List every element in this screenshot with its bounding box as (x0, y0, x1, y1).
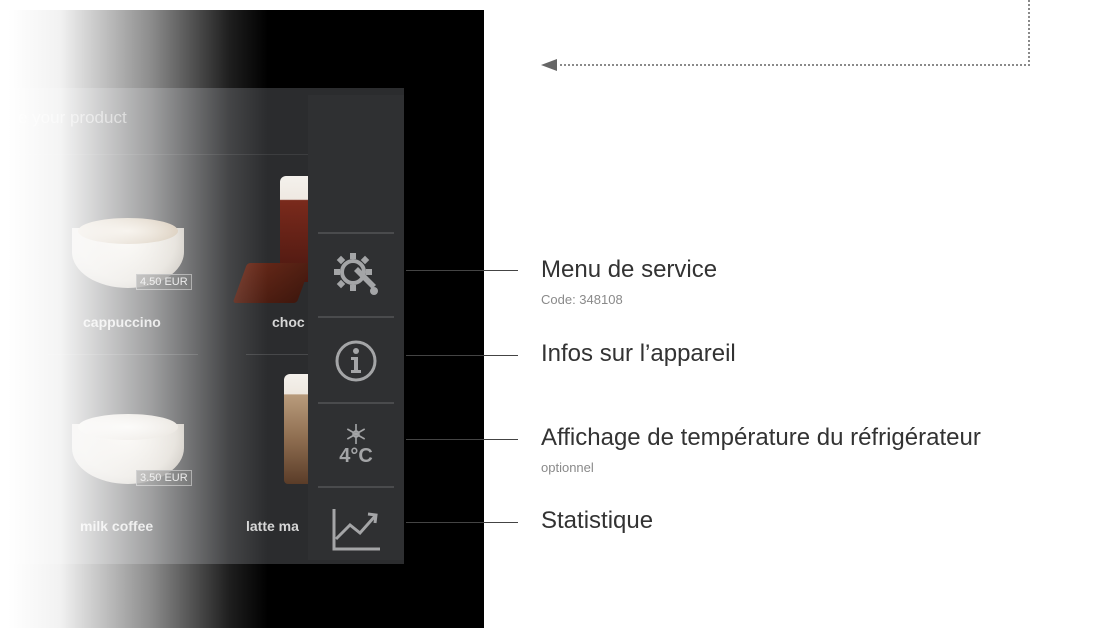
callout-line-info (406, 355, 518, 356)
gear-wrench-icon (334, 253, 378, 295)
product-label: milk coffee (80, 518, 154, 534)
dotted-connector-horizontal (560, 64, 1030, 66)
callout-temperature-optional: optionnel (541, 460, 594, 475)
temperature-value: 4°C (339, 444, 373, 467)
info-icon (335, 340, 377, 382)
fridge-temperature-display[interactable]: 4°C (316, 407, 396, 483)
price-badge: 3.50 EUR (136, 470, 192, 486)
machine-screen: e your product 4.50 EUR cappuccino choc … (8, 10, 484, 628)
callout-service-title: Menu de service (541, 256, 718, 283)
callout-service-code: Code: 348108 (541, 292, 623, 307)
product-label: choc (272, 314, 305, 330)
callout-line-temperature (406, 439, 518, 440)
snowflake-icon (346, 423, 366, 444)
product-tile-milk-coffee[interactable]: 3.50 EUR milk coffee (8, 358, 208, 558)
side-panel: 4°C (308, 95, 404, 560)
service-menu-button[interactable] (316, 237, 396, 313)
callout-stats-title: Statistique (541, 507, 654, 534)
callout-info-title: Infos sur l’appareil (541, 340, 736, 367)
row-divider (246, 354, 308, 355)
arrow-left-icon (541, 59, 557, 71)
price-badge: 4.50 EUR (136, 274, 192, 290)
line-chart-icon (332, 509, 380, 551)
row-divider (48, 354, 198, 355)
callout-line-stats (406, 522, 518, 523)
callout-line-service (406, 270, 518, 271)
dotted-connector-vertical (1028, 0, 1030, 66)
statistics-button[interactable] (316, 491, 396, 567)
product-label: cappuccino (83, 314, 161, 330)
product-tile-cappuccino[interactable]: 4.50 EUR cappuccino (8, 88, 208, 348)
device-info-button[interactable] (316, 323, 396, 399)
product-label: latte ma (246, 518, 299, 534)
callout-temperature-title: Affichage de température du réfrigérateu… (541, 424, 981, 451)
